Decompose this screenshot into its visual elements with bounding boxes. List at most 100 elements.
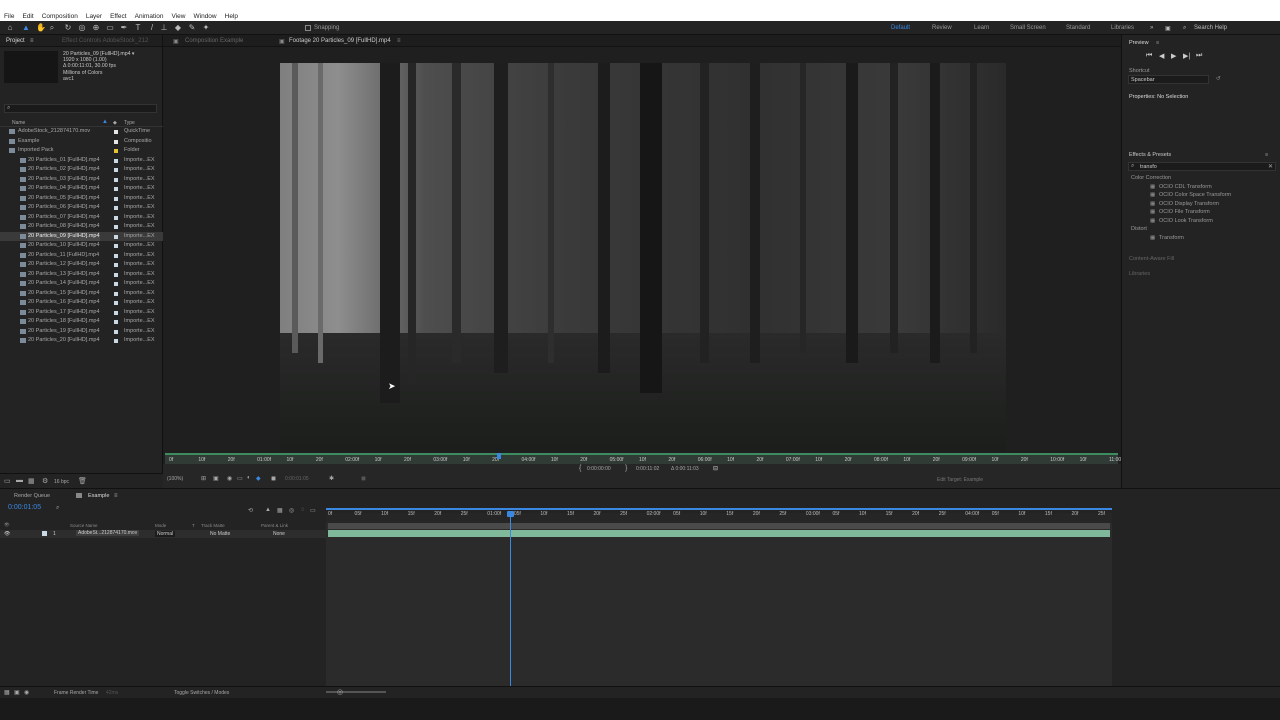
label-swatch[interactable] (114, 206, 118, 210)
label-swatch[interactable] (114, 282, 118, 286)
solo-icon[interactable]: ▭ (310, 507, 316, 514)
project-item[interactable]: 20 Particles_18 [FullHD].mp4 Importe...EX (0, 317, 163, 327)
rotate-tool-icon[interactable]: ↻ (64, 24, 72, 32)
bpc-label[interactable]: 16 bpc (54, 479, 69, 485)
project-item[interactable]: 20 Particles_12 [FullHD].mp4 Importe...EX (0, 260, 163, 270)
clear-search-icon[interactable]: ✕ (1268, 163, 1273, 170)
workspace-learn[interactable]: Learn (974, 25, 989, 31)
set-in-icon[interactable]: { (579, 465, 581, 472)
last-frame-icon[interactable]: ⏭ (1196, 52, 1202, 60)
sort-up-icon[interactable]: ▲ (102, 119, 108, 125)
work-area-bar[interactable] (326, 508, 1112, 510)
next-frame-icon[interactable]: ▶| (1183, 52, 1190, 60)
comp-flowchart-icon[interactable]: ▲ (265, 507, 271, 513)
type-tool-icon[interactable]: T (134, 24, 142, 32)
label-swatch[interactable] (114, 272, 118, 277)
label-swatch[interactable] (114, 139, 118, 144)
label-swatch[interactable] (114, 187, 118, 191)
effect-item[interactable]: Transform (1159, 235, 1184, 241)
effect-item[interactable]: OCIO Look Transform (1159, 218, 1213, 224)
effect-item[interactable]: OCIO CDL Transform (1159, 184, 1212, 190)
project-item[interactable]: 20 Particles_15 [FullHD].mp4 Importe...EX (0, 289, 163, 299)
project-item[interactable]: 20 Particles_06 [FullHD].mp4 Importe...EX (0, 203, 163, 213)
label-swatch[interactable] (114, 263, 118, 267)
column-mode[interactable]: Mode (155, 523, 166, 528)
effect-item[interactable]: OCIO Display Transform (1159, 201, 1219, 207)
footage-time-ruler[interactable]: 0f 10f 20f 01:00f 10f 20f 02:00f 10f 20f 03:00f 10… (165, 453, 1123, 464)
new-comp-icon[interactable]: ▦ (28, 477, 35, 485)
snapshot-icon[interactable]: ◆ (256, 475, 261, 482)
play-icon[interactable]: ▶ (1171, 52, 1176, 60)
playhead-marker[interactable] (497, 453, 501, 459)
project-item[interactable]: 20 Particles_01 [FullHD].mp4 Importe...EX (0, 156, 163, 166)
search-help-field[interactable]: Search Help (1194, 25, 1227, 31)
zoom-tool-icon[interactable]: ⌕ (48, 24, 56, 32)
viewer-timecode[interactable]: 0:00:01:05 (285, 476, 309, 482)
label-swatch[interactable] (114, 158, 118, 163)
effect-category[interactable]: Distort (1131, 226, 1147, 232)
layer-name[interactable]: AdobeSt...212874170.mov (76, 530, 140, 536)
zoom-dropdown[interactable]: (100%) (167, 476, 183, 482)
menu-item-window[interactable]: Window (194, 13, 217, 20)
layer-label-color[interactable] (42, 531, 47, 536)
toggle-switches-modes[interactable]: Toggle Switches / Modes (174, 690, 229, 696)
out-point[interactable]: 0:00:11:02 (636, 466, 659, 472)
project-item[interactable]: 20 Particles_13 [FullHD].mp4 Importe...EX (0, 270, 163, 280)
label-swatch[interactable] (114, 310, 118, 315)
layer-duration-bar[interactable] (328, 530, 1110, 537)
selection-tool-icon[interactable]: ▲ (22, 24, 30, 32)
label-swatch[interactable] (114, 177, 118, 182)
tab-footage[interactable]: Footage 20 Particles_09 [FullHD].mp4 (289, 38, 391, 44)
camera-icon[interactable]: ◼ (271, 475, 276, 482)
search-icon[interactable]: ⌕ (1183, 25, 1186, 32)
label-swatch[interactable] (114, 320, 118, 324)
roto-tool-icon[interactable]: ✎ (188, 24, 196, 32)
tab-effect-controls[interactable]: Effect Controls AdobeStock_212 (62, 38, 148, 44)
preview-menu-icon[interactable]: ≡ (1156, 40, 1159, 46)
tab-render-queue[interactable]: Render Queue (14, 493, 50, 499)
toggle-panel-icon[interactable]: ▦ (4, 689, 10, 696)
hand-tool-icon[interactable]: ✋ (36, 24, 46, 32)
shortcut-dropdown[interactable]: Spacebar (1128, 75, 1209, 84)
menu-item-edit[interactable]: Edit (22, 13, 33, 20)
lock-icon-2[interactable]: ▣ (279, 38, 285, 45)
footage-preview[interactable]: ➤ (280, 63, 1006, 450)
workspace-default[interactable]: Default (891, 25, 910, 31)
effect-category[interactable]: Color Correction (1131, 175, 1171, 181)
workspace-standard[interactable]: Standard (1066, 25, 1090, 31)
show-snapshot-icon[interactable]: ◼ (361, 475, 366, 482)
exposure-icon[interactable]: ✱ (329, 475, 334, 482)
interpret-footage-icon[interactable]: ▭ (4, 477, 11, 485)
graph-editor-icon[interactable]: ◌ (301, 507, 305, 513)
column-type[interactable]: Type (124, 120, 135, 126)
label-swatch[interactable] (114, 196, 118, 201)
zoom-slider[interactable] (326, 691, 386, 693)
toggle-panel-icon-3[interactable]: ◉ (24, 689, 29, 696)
timeline-search-icon[interactable]: ⌕ (56, 505, 59, 512)
label-swatch[interactable] (114, 291, 118, 296)
draft-3d-icon[interactable]: ⟲ (248, 507, 253, 514)
ripple-insert-icon[interactable]: ⊟ (713, 465, 718, 472)
first-frame-icon[interactable]: ⏮ (1146, 52, 1152, 60)
label-swatch[interactable] (114, 253, 118, 258)
home-icon[interactable]: ⌂ (6, 24, 14, 32)
timeline-timecode[interactable]: 0:00:01:05 (8, 504, 41, 511)
frame-blending-icon[interactable]: ▦ (277, 507, 283, 514)
mask-visibility-icon[interactable]: ▭ (237, 475, 243, 482)
playhead-line[interactable] (510, 513, 511, 689)
effects-search-input[interactable]: ⌕ transfo ✕ (1128, 162, 1276, 171)
project-item[interactable]: AdobeStock_212874170.mov QuickTime (0, 127, 163, 137)
project-item[interactable]: 20 Particles_02 [FullHD].mp4 Importe...EX (0, 165, 163, 175)
tab-menu-icon[interactable]: ≡ (114, 493, 118, 499)
workspace-libraries[interactable]: Libraries (1111, 25, 1134, 31)
color-management-icon[interactable]: ◐ (247, 475, 251, 481)
view-options-icon[interactable]: ⊞ (201, 475, 206, 482)
workspace-review[interactable]: Review (932, 25, 952, 31)
overflow-chevron-icon[interactable]: » (1150, 25, 1153, 31)
tab-project[interactable]: Project (6, 38, 25, 44)
menu-item-effect[interactable]: Effect (110, 13, 127, 20)
label-swatch[interactable] (114, 339, 118, 343)
project-item[interactable]: 20 Particles_11 [FullHD].mp4 Importe...EX (0, 251, 163, 261)
project-item[interactable]: 20 Particles_07 [FullHD].mp4 Importe...EX (0, 213, 163, 223)
trash-icon[interactable]: 🗑 (78, 477, 87, 485)
